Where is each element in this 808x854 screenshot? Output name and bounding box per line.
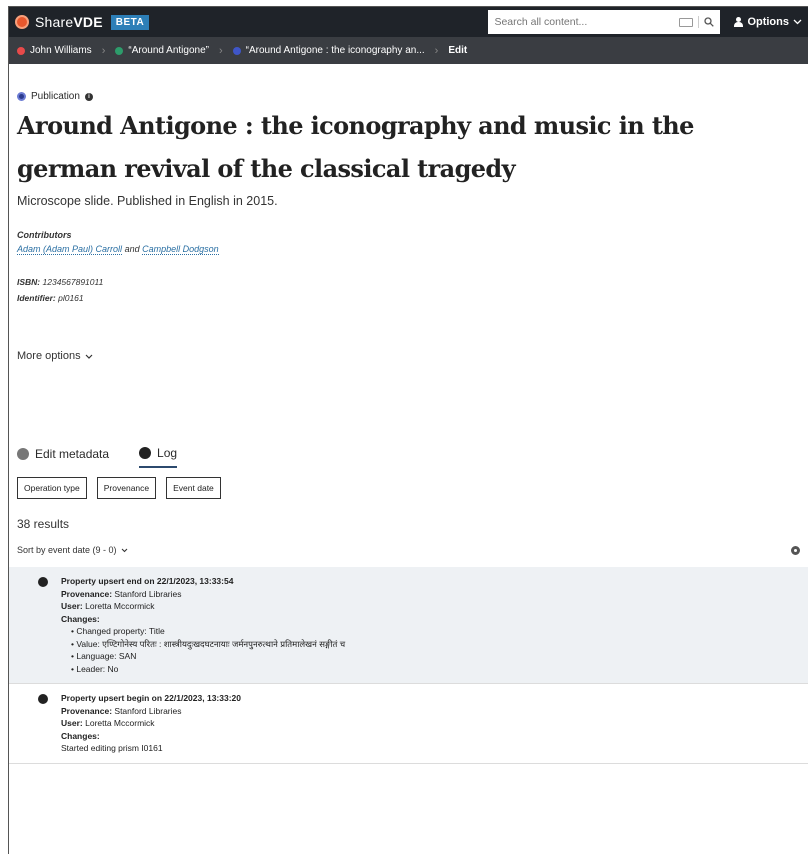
log-list: Property upsert end on 22/1/2023, 13:33:…: [9, 567, 808, 764]
log-changes-label: Changes:: [61, 613, 808, 626]
isbn-label: ISBN:: [17, 277, 41, 287]
provenance-value: Stanford Libraries: [114, 705, 182, 716]
more-options-label: More options: [17, 350, 81, 362]
log-changes-label: Changes:: [61, 730, 808, 743]
main-content: Publication i Around Antigone : the icon…: [9, 91, 808, 555]
brand-logo[interactable]: ShareVDE: [35, 14, 103, 30]
search-input[interactable]: [494, 16, 680, 28]
sort-dropdown[interactable]: Sort by event date (9 - 0): [17, 545, 128, 555]
filter-bar: Operation type Provenance Event date: [17, 477, 800, 499]
user-value: Loretta Mccormick: [85, 601, 155, 611]
breadcrumb-separator-icon: ›: [101, 44, 106, 57]
page-title: Around Antigone : the iconography and mu…: [17, 111, 694, 183]
log-entry[interactable]: Property upsert begin on 22/1/2023, 13:3…: [9, 684, 808, 764]
chevron-down-icon: [121, 548, 127, 552]
log-entry-title: Property upsert begin on 22/1/2023, 13:3…: [61, 693, 241, 703]
filter-provenance-button[interactable]: Provenance: [96, 477, 157, 499]
identifier-row: Identifier: pl0161: [17, 290, 800, 306]
chevron-down-icon: [85, 354, 93, 359]
changes-label: Changes:: [61, 730, 100, 741]
breadcrumb-label: “Around Antigone : the iconography an...: [245, 45, 425, 56]
breadcrumb-item-instance[interactable]: “Around Antigone : the iconography an...: [232, 45, 425, 56]
filter-event-date-button[interactable]: Event date: [166, 477, 221, 499]
top-navigation-bar: ShareVDE BETA Options: [9, 7, 808, 37]
user-label: User:: [61, 601, 83, 611]
resource-type: Publication i: [17, 91, 800, 102]
search-icon[interactable]: [704, 17, 715, 27]
identifier-label: Identifier:: [17, 293, 56, 303]
agent-dot-icon: [17, 46, 25, 55]
contributor-conjunction: and: [124, 244, 140, 254]
log-entry[interactable]: Property upsert end on 22/1/2023, 13:33:…: [9, 567, 808, 684]
log-provenance: Provenance: Stanford Libraries: [61, 588, 808, 601]
tab-bar: Edit metadata Log: [17, 446, 800, 468]
sharevde-logo-icon[interactable]: [15, 15, 29, 29]
keyboard-icon[interactable]: [679, 17, 694, 27]
provenance-label: Provenance:: [61, 705, 113, 716]
user-value: Loretta Mccormick: [85, 718, 155, 728]
chevron-down-icon: [793, 19, 802, 25]
sort-label: Sort by event date (9 - 0): [17, 545, 117, 555]
edit-metadata-dot-icon: [17, 448, 29, 460]
log-provenance: Provenance: Stanford Libraries: [61, 705, 808, 718]
contributor-link[interactable]: Campbell Dodgson: [142, 244, 219, 255]
brand-vde-text: VDE: [73, 14, 103, 30]
tab-label: Edit metadata: [35, 447, 110, 461]
contributor-link[interactable]: Adam (Adam Paul) Carroll: [17, 244, 123, 255]
gear-icon[interactable]: [791, 545, 800, 555]
search-box[interactable]: [488, 10, 721, 34]
breadcrumb-item-agent[interactable]: John Williams: [17, 45, 92, 56]
log-bullet-icon: [38, 577, 48, 587]
isbn-row: ISBN: 1234567891011: [17, 274, 800, 290]
change-item: Changed property: Title: [71, 625, 808, 638]
change-item: Leader: No: [71, 663, 808, 676]
breadcrumb: John Williams › “Around Antigone” › “Aro…: [9, 37, 808, 64]
contributors-list: Adam (Adam Paul) Carroll and Campbell Do…: [17, 244, 800, 255]
change-item: Language: SAN: [71, 650, 808, 663]
options-menu-button[interactable]: Options: [734, 16, 802, 28]
brand-share-text: Share: [35, 14, 74, 30]
provenance-value: Stanford Libraries: [114, 588, 182, 599]
log-user: User: Loretta Mccormick: [61, 600, 808, 613]
log-bullet-icon: [38, 694, 48, 704]
isbn-value: 1234567891011: [42, 277, 104, 287]
breadcrumb-item-work[interactable]: “Around Antigone”: [115, 45, 209, 56]
breadcrumb-separator-icon: ›: [218, 44, 223, 57]
options-label: Options: [747, 16, 789, 28]
log-dot-icon: [139, 447, 152, 459]
work-dot-icon: [115, 46, 124, 55]
filter-operation-type-button[interactable]: Operation type: [17, 477, 87, 499]
search-divider: [698, 16, 700, 28]
log-user: User: Loretta Mccormick: [61, 717, 808, 730]
user-icon: [734, 17, 744, 27]
breadcrumb-label: John Williams: [30, 45, 92, 56]
log-entry-title: Property upsert end on 22/1/2023, 13:33:…: [61, 576, 234, 586]
publication-dot-icon: [17, 92, 26, 101]
breadcrumb-separator-icon: ›: [434, 44, 439, 57]
tab-label: Log: [157, 446, 178, 460]
tab-edit-metadata[interactable]: Edit metadata: [17, 446, 109, 468]
instance-dot-icon: [232, 46, 241, 55]
changes-label: Changes:: [61, 613, 100, 624]
change-note: Started editing prism I0161: [61, 743, 163, 753]
provenance-label: Provenance:: [61, 588, 113, 599]
changes-list: Changed property: Title Value: एण्टिगोने…: [71, 625, 808, 675]
breadcrumb-label: Edit: [448, 45, 468, 56]
publication-summary: Microscope slide. Published in English i…: [17, 194, 278, 208]
identifier-value: pl0161: [58, 293, 84, 303]
contributors-heading: Contributors: [17, 230, 72, 240]
results-count: 38 results: [17, 517, 70, 531]
change-item: Value: एण्टिगोनेस्य परितः : शास्त्रीयदुः…: [71, 638, 808, 651]
tab-log[interactable]: Log: [139, 446, 178, 468]
breadcrumb-item-edit: Edit: [448, 45, 467, 56]
resource-type-label: Publication: [31, 91, 80, 102]
beta-badge: BETA: [110, 14, 150, 30]
app-frame: ShareVDE BETA Options John Williams › “A…: [8, 6, 808, 854]
more-options-toggle[interactable]: More options: [17, 350, 800, 362]
sort-row: Sort by event date (9 - 0): [17, 545, 800, 555]
info-icon[interactable]: i: [84, 92, 93, 101]
breadcrumb-label: “Around Antigone”: [128, 45, 209, 56]
user-label: User:: [61, 718, 83, 728]
